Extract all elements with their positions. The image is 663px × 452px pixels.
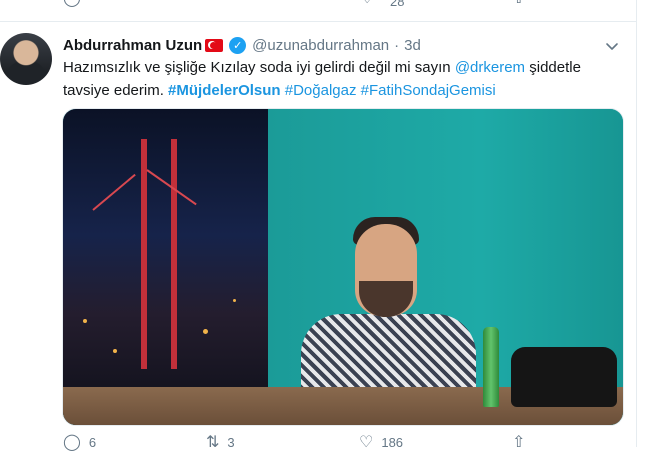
chevron-down-icon[interactable]: [604, 38, 620, 54]
tweet-header: Abdurrahman Uzun ✓ @uzunabdurrahman · 3d: [63, 35, 421, 55]
tweet-text: Hazımsızlık ve şişliğe Kızılay soda iyi …: [63, 56, 628, 102]
rotary-phone: [511, 347, 617, 407]
night-city-background: [63, 109, 268, 425]
like-icon: ♡: [359, 434, 374, 451]
timeline-border: [636, 0, 637, 447]
divider: [0, 21, 636, 22]
reply-icon: ◯: [63, 434, 81, 451]
city-light: [83, 319, 87, 323]
heart-icon[interactable]: ♡: [360, 0, 374, 8]
separator-dot: ·: [394, 36, 400, 54]
retweet-icon: ⇅: [206, 434, 220, 451]
retweet-button[interactable]: ⇅ 3: [206, 432, 235, 452]
avatar[interactable]: [0, 33, 52, 85]
bridge-tower: [171, 139, 177, 369]
user-handle[interactable]: @uzunabdurrahman: [252, 37, 389, 54]
reply-count: 6: [88, 434, 97, 450]
tweet-text-part: Hazımsızlık ve şişliğe Kızılay soda iyi …: [63, 59, 455, 76]
city-light: [113, 349, 117, 353]
tweet-actions: ◯ 6 ⇅ 3 ♡ 186 ⇧: [63, 432, 583, 452]
city-light: [233, 299, 236, 302]
like-button[interactable]: ♡ 186: [359, 432, 403, 452]
bridge-tower: [141, 139, 147, 369]
like-count: 186: [381, 434, 404, 450]
mention-link[interactable]: @drkerem: [455, 59, 525, 76]
reply-icon[interactable]: ◯: [63, 0, 81, 8]
timestamp[interactable]: 3d: [404, 37, 421, 54]
hashtag-link[interactable]: #Doğalgaz: [285, 82, 357, 99]
city-light: [203, 329, 208, 334]
display-name[interactable]: Abdurrahman Uzun: [63, 37, 202, 54]
share-button[interactable]: ⇧: [512, 432, 533, 452]
hashtag-link[interactable]: #MüjdelerOlsun: [168, 82, 281, 99]
reply-button[interactable]: ◯ 6: [63, 432, 96, 452]
hashtag-link[interactable]: #FatihSondajGemisi: [361, 82, 496, 99]
share-icon[interactable]: ⇧: [512, 0, 525, 8]
previous-tweet-actions: ◯ ♡ 28 ⇧: [0, 0, 663, 20]
tweet-media-image[interactable]: [62, 108, 624, 426]
turkey-flag-icon: [205, 38, 224, 52]
verified-icon: ✓: [229, 36, 247, 54]
retweet-count: 3: [227, 434, 235, 450]
like-count: 28: [390, 0, 405, 9]
soda-bottle: [483, 327, 499, 407]
share-icon: ⇧: [512, 434, 526, 451]
